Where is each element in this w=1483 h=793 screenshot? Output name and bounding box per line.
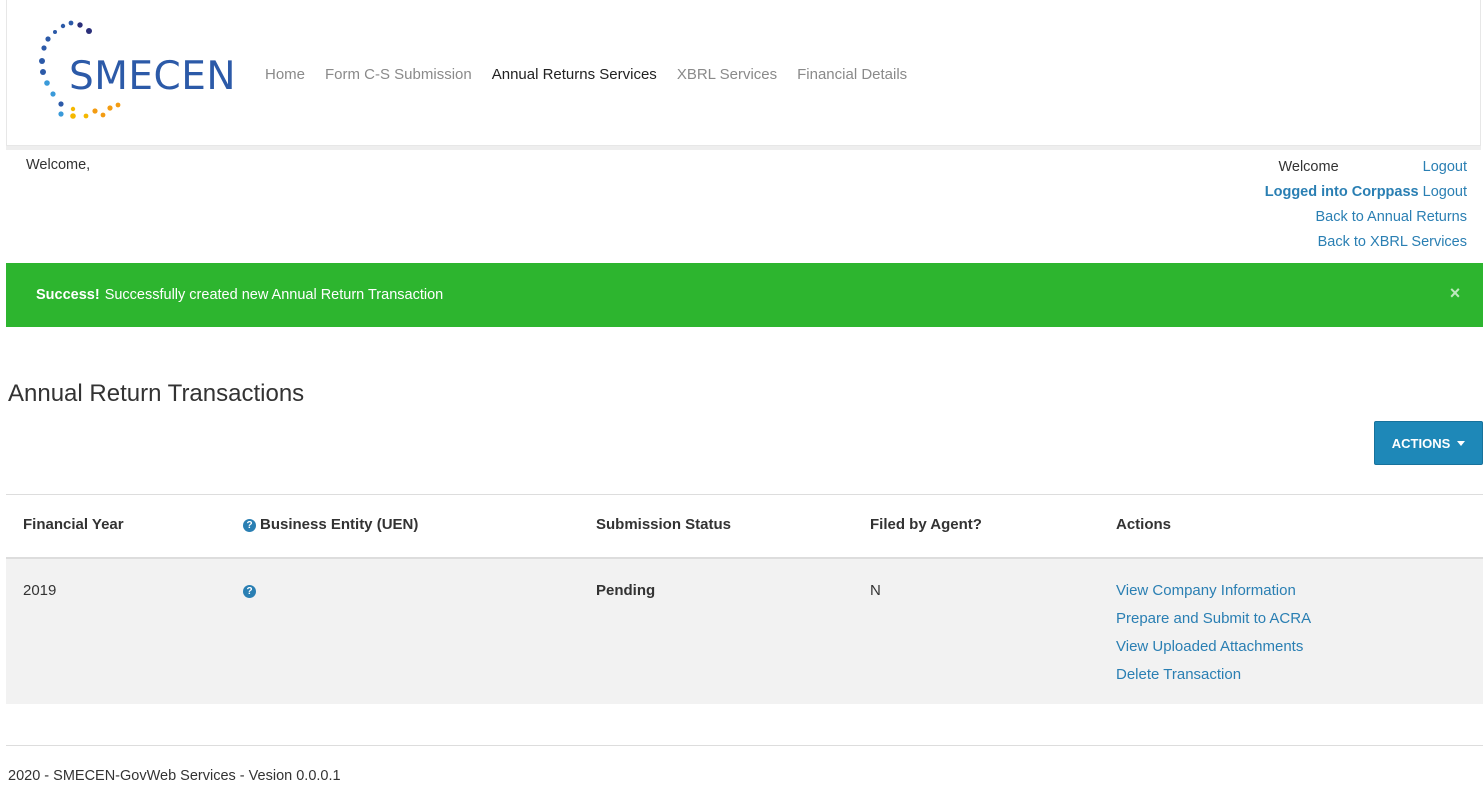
nav-financial-details[interactable]: Financial Details xyxy=(797,66,907,83)
cell-financial-year: 2019 xyxy=(23,582,57,599)
view-company-information-link[interactable]: View Company Information xyxy=(1116,577,1311,605)
back-to-annual-returns-link[interactable]: Back to Annual Returns xyxy=(1315,209,1467,225)
row-actions: View Company Information Prepare and Sub… xyxy=(1116,577,1311,689)
nav-form-cs-submission[interactable]: Form C-S Submission xyxy=(325,66,472,83)
caret-down-icon xyxy=(1457,440,1466,446)
cell-filed-by-agent: N xyxy=(870,582,881,599)
delete-transaction-link[interactable]: Delete Transaction xyxy=(1116,661,1311,689)
actions-button-label: ACTIONS xyxy=(1391,435,1451,451)
logout-link[interactable]: Logout xyxy=(1423,159,1467,175)
view-uploaded-attachments-link[interactable]: View Uploaded Attachments xyxy=(1116,633,1311,661)
nav-annual-returns-services[interactable]: Annual Returns Services xyxy=(492,66,657,83)
cell-submission-status: Pending xyxy=(596,582,656,599)
header-business-entity: ? Business Entity (UEN) xyxy=(243,516,418,533)
close-icon[interactable]: × xyxy=(1445,283,1465,303)
main-nav: Home Form C-S Submission Annual Returns … xyxy=(265,66,927,83)
brand-name: SMECEN xyxy=(69,54,237,99)
brand-logo[interactable]: SMECEN xyxy=(33,20,243,125)
footer-divider xyxy=(6,745,1483,746)
header-submission-status: Submission Status xyxy=(596,516,732,533)
transactions-table: Financial Year ? Business Entity (UEN) Su… xyxy=(6,494,1483,704)
welcome-text: Welcome, xyxy=(26,157,91,173)
site-header: SMECEN Home Form C-S Submission Annual R… xyxy=(6,0,1481,146)
cell-business-entity: ? xyxy=(243,582,260,599)
prepare-and-submit-link[interactable]: Prepare and Submit to ACRA xyxy=(1116,605,1311,633)
actions-dropdown-button[interactable]: ACTIONS xyxy=(1374,421,1483,465)
alert-message: Successfully created new Annual Return T… xyxy=(104,287,444,303)
page-title: Annual Return Transactions xyxy=(8,380,305,407)
nav-home[interactable]: Home xyxy=(265,66,305,83)
footer-text: 2020 - SMECEN-GovWeb Services - Vesion 0… xyxy=(8,768,341,784)
alert-title: Success! xyxy=(36,287,100,303)
corppass-logout-link[interactable]: Logout xyxy=(1423,184,1467,200)
table-row: 2019 ? Pending N View Company Informatio… xyxy=(6,559,1483,704)
user-panel: Welcome Logout Logged into Corppass Logou… xyxy=(1265,155,1467,255)
welcome-label: Welcome xyxy=(1278,159,1339,175)
header-divider xyxy=(6,146,1481,150)
header-actions: Actions xyxy=(1116,516,1172,533)
corppass-status-link[interactable]: Logged into Corppass xyxy=(1265,184,1419,200)
question-circle-icon[interactable]: ? xyxy=(243,585,256,598)
header-financial-year: Financial Year xyxy=(23,516,124,533)
nav-xbrl-services[interactable]: XBRL Services xyxy=(677,66,777,83)
header-filed-by-agent: Filed by Agent? xyxy=(870,516,982,533)
question-circle-icon[interactable]: ? xyxy=(243,519,256,532)
success-alert: Success! Successfully created new Annual… xyxy=(6,263,1483,327)
header-business-entity-label: Business Entity (UEN) xyxy=(260,516,419,533)
back-to-xbrl-services-link[interactable]: Back to XBRL Services xyxy=(1318,234,1467,250)
table-header: Financial Year ? Business Entity (UEN) Su… xyxy=(6,494,1483,559)
